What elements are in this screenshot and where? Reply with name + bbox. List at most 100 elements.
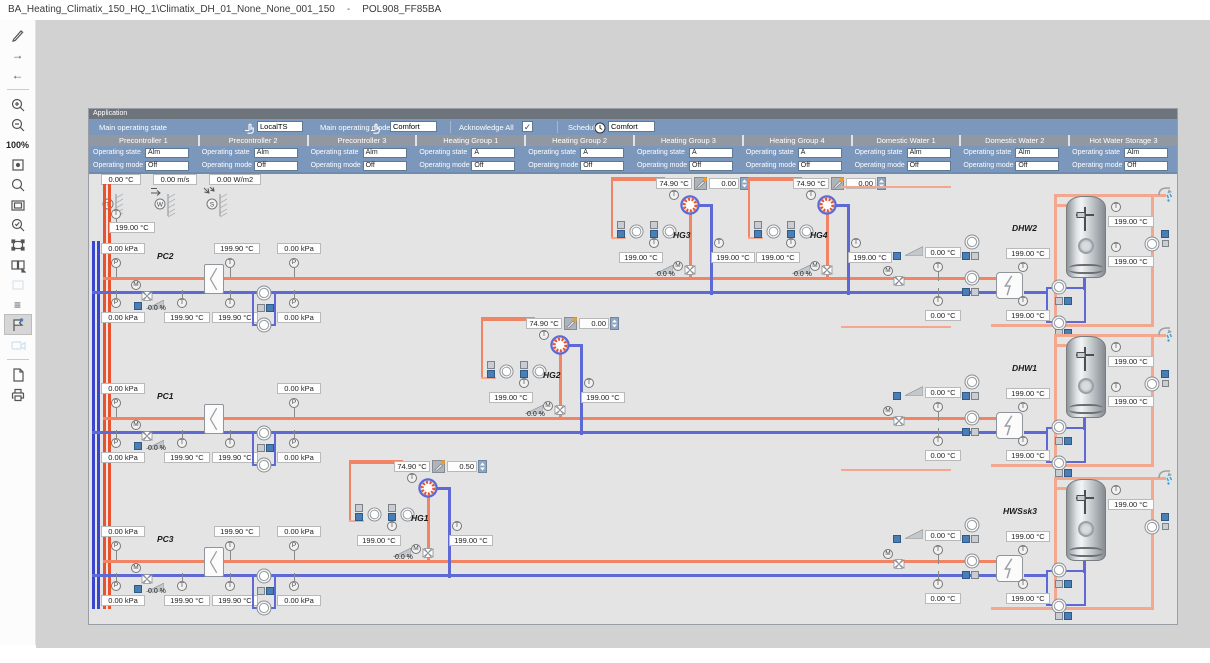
circulation-pump-icon[interactable]: [964, 234, 980, 250]
pump-icon[interactable]: [629, 224, 644, 239]
pressure-value[interactable]: 0.00 kPa: [101, 243, 145, 254]
temp-value[interactable]: 199.90 °C: [164, 452, 210, 463]
search-icon[interactable]: [5, 175, 31, 194]
heating-circuit-icon[interactable]: [550, 335, 570, 355]
setpoint-value[interactable]: 74.90 °C: [793, 178, 829, 189]
crop-region-icon[interactable]: [5, 235, 31, 254]
pressure-value[interactable]: 0.00 kPa: [277, 312, 321, 323]
temp-value[interactable]: 199.90 °C: [214, 526, 260, 537]
circulation-pump-icon[interactable]: [964, 374, 980, 390]
heating-circuit-icon[interactable]: [817, 195, 837, 215]
pump-command-icon[interactable]: [962, 535, 970, 543]
camera-icon[interactable]: [5, 335, 31, 354]
valve-icon[interactable]: [893, 556, 905, 566]
pump-status-icon[interactable]: [388, 504, 396, 512]
pressure-value[interactable]: 0.00 kPa: [101, 595, 145, 606]
zoom-in-icon[interactable]: [5, 95, 31, 114]
temp-value[interactable]: 199.00 °C: [1006, 450, 1050, 461]
pressure-value[interactable]: 0.00 kPa: [101, 312, 145, 323]
pump-command-icon[interactable]: [650, 230, 658, 238]
pump-icon[interactable]: [964, 553, 980, 569]
charging-pump-icon[interactable]: [1051, 419, 1067, 435]
center-view-icon[interactable]: [5, 155, 31, 174]
temp-value[interactable]: 0.00 °C: [925, 530, 961, 541]
setpoint-icon[interactable]: [893, 252, 901, 260]
pump-status-icon[interactable]: [971, 288, 979, 296]
pump-status-icon[interactable]: [1055, 437, 1063, 445]
pressure-value[interactable]: 0.00 kPa: [277, 452, 321, 463]
temp-value[interactable]: 0.00 °C: [925, 310, 961, 321]
temp-value[interactable]: 0.00 °C: [925, 593, 961, 604]
pump-status-icon[interactable]: [1055, 297, 1063, 305]
pump-status-icon[interactable]: [257, 587, 265, 595]
pump-status-icon[interactable]: [971, 571, 979, 579]
pump-icon[interactable]: [367, 507, 382, 522]
new-page-icon[interactable]: [5, 365, 31, 384]
pump-status-icon[interactable]: [1162, 380, 1169, 387]
comment-flag-icon[interactable]: [5, 315, 31, 334]
valve-icon[interactable]: [893, 273, 905, 283]
pump-status-icon[interactable]: [520, 361, 528, 369]
pump-command-icon[interactable]: [1064, 437, 1072, 445]
temp-value[interactable]: 199.00 °C: [1006, 531, 1050, 542]
pump-icon[interactable]: [256, 425, 272, 441]
pressure-value[interactable]: 0.00 kPa: [277, 243, 321, 254]
mixing-valve-icon[interactable]: [554, 402, 566, 412]
circulation-pump-icon[interactable]: [1144, 236, 1160, 252]
pressure-value[interactable]: 0.00 kPa: [101, 452, 145, 463]
pump-status-icon[interactable]: [971, 252, 979, 260]
charging-pump-icon[interactable]: [1051, 279, 1067, 295]
pen-tool-icon[interactable]: [5, 25, 31, 44]
edit-pen-button[interactable]: [694, 177, 707, 190]
pump-command-icon[interactable]: [1064, 297, 1072, 305]
pump-status-icon[interactable]: [257, 304, 265, 312]
setpoint-value[interactable]: 74.90 °C: [526, 318, 562, 329]
pressure-value[interactable]: 0.00 kPa: [101, 526, 145, 537]
pump-icon[interactable]: [964, 410, 980, 426]
pump-command-icon[interactable]: [266, 304, 274, 312]
frame-select-icon[interactable]: [5, 275, 31, 294]
pump-icon[interactable]: [499, 364, 514, 379]
circulation-pump-icon[interactable]: [1144, 376, 1160, 392]
setpoint-value[interactable]: 74.90 °C: [394, 461, 430, 472]
pump-status-icon[interactable]: [355, 504, 363, 512]
undo-arrow-icon[interactable]: ←: [5, 65, 31, 84]
temp-value[interactable]: 199.90 °C: [164, 595, 210, 606]
pump-icon[interactable]: [766, 224, 781, 239]
pump-command-icon[interactable]: [1161, 513, 1169, 521]
temp-value[interactable]: 0.00 °C: [925, 450, 961, 461]
heating-circuit-icon[interactable]: [418, 478, 438, 498]
temp-value[interactable]: 199.90 °C: [214, 243, 260, 254]
window-select-icon[interactable]: [5, 195, 31, 214]
pump-status-icon[interactable]: [787, 221, 795, 229]
pump-command-icon[interactable]: [266, 587, 274, 595]
pump-status-icon[interactable]: [1162, 523, 1169, 530]
tank-temp-value[interactable]: 199.00 °C: [1108, 216, 1154, 227]
drawing-canvas[interactable]: Application Main operating state LocalTS…: [36, 20, 1210, 648]
pump-status-icon[interactable]: [754, 221, 762, 229]
zoom-verify-icon[interactable]: [5, 215, 31, 234]
pump-command-icon[interactable]: [1161, 230, 1169, 238]
pump-icon[interactable]: [256, 568, 272, 584]
pump-status-icon[interactable]: [1055, 612, 1063, 620]
print-icon[interactable]: [5, 385, 31, 404]
temp-value[interactable]: 199.90 °C: [164, 312, 210, 323]
edit-pen-button[interactable]: [432, 460, 445, 473]
circulation-pump-icon[interactable]: [964, 517, 980, 533]
setpoint-icon[interactable]: [134, 302, 142, 310]
pressure-value[interactable]: 0.00 kPa: [101, 383, 145, 394]
valve-icon[interactable]: [893, 413, 905, 423]
pump-command-icon[interactable]: [962, 288, 970, 296]
setpoint-icon[interactable]: [134, 585, 142, 593]
pump-status-icon[interactable]: [971, 392, 979, 400]
circulation-pump-icon[interactable]: [1144, 519, 1160, 535]
setpoint-input[interactable]: 0.00: [709, 178, 739, 189]
spinner-updown-icon[interactable]: [610, 317, 619, 330]
pressure-value[interactable]: 0.00 kPa: [277, 526, 321, 537]
temp-value[interactable]: 199.00 °C: [1006, 248, 1050, 259]
district-supply-temp-value[interactable]: 199.00 °C: [109, 222, 155, 233]
setpoint-input[interactable]: 0.00: [579, 318, 609, 329]
pump-status-icon[interactable]: [971, 535, 979, 543]
charging-pump-icon[interactable]: [1051, 562, 1067, 578]
pump-command-icon[interactable]: [355, 513, 363, 521]
